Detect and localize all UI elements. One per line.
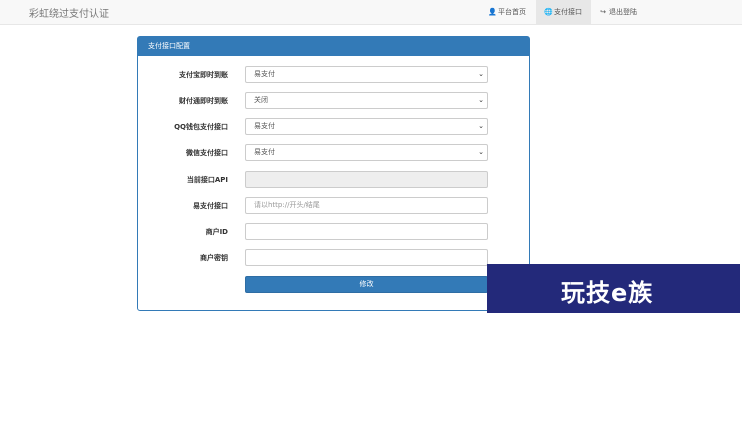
qqpay-select[interactable]: 易支付 ⌄ bbox=[245, 118, 488, 135]
nav-item-payment[interactable]: 🌐支付接口 bbox=[536, 0, 591, 24]
chevron-down-icon: ⌄ bbox=[478, 96, 484, 104]
form-row-alipay: 支付宝即时到账 易支付 ⌄ bbox=[138, 66, 529, 84]
merchant-key-label: 商户密钥 bbox=[200, 254, 228, 262]
alipay-label: 支付宝即时到账 bbox=[179, 71, 228, 79]
submit-button[interactable]: 修改 bbox=[245, 276, 488, 293]
merchant-id-input[interactable] bbox=[245, 223, 488, 240]
payment-config-panel: 支付接口配置 支付宝即时到账 易支付 ⌄ 财付通即时到账 关闭 ⌄ QQ钱包支付… bbox=[137, 36, 530, 311]
current-api-field bbox=[245, 171, 488, 188]
logout-icon: ↪ bbox=[600, 8, 606, 16]
merchant-key-input[interactable] bbox=[245, 249, 488, 266]
watermark-banner: 玩技e族 bbox=[487, 264, 740, 313]
wxpay-select-value: 易支付 bbox=[254, 148, 275, 156]
nav-item-logout[interactable]: ↪ 退出登陆 bbox=[599, 0, 637, 24]
epay-api-label: 易支付接口 bbox=[193, 202, 228, 210]
form-row-merchant-key: 商户密钥 bbox=[138, 249, 529, 267]
qqpay-select-value: 易支付 bbox=[254, 122, 275, 130]
nav-item-logout-label: 退出登陆 bbox=[609, 8, 637, 16]
chevron-down-icon: ⌄ bbox=[478, 122, 484, 130]
nav-item-home-label: 平台首页 bbox=[498, 8, 526, 16]
chevron-down-icon: ⌄ bbox=[478, 70, 484, 78]
user-icon: 👤 bbox=[488, 8, 497, 16]
nav-item-home[interactable]: 👤平台首页 bbox=[488, 0, 526, 24]
form-row-merchant-id: 商户ID bbox=[138, 223, 529, 241]
tenpay-label: 财付通即时到账 bbox=[179, 97, 228, 105]
form-row-qqpay: QQ钱包支付接口 易支付 ⌄ bbox=[138, 118, 529, 136]
top-navbar: 彩虹绕过支付认证 👤平台首页 🌐支付接口 ↪ 退出登陆 bbox=[0, 0, 742, 25]
chevron-down-icon: ⌄ bbox=[478, 148, 484, 156]
epay-api-input[interactable]: 请以http://开头/结尾 bbox=[245, 197, 488, 214]
tenpay-select-value: 关闭 bbox=[254, 96, 268, 104]
form-row-tenpay: 财付通即时到账 关闭 ⌄ bbox=[138, 92, 529, 110]
globe-icon: 🌐 bbox=[544, 8, 553, 16]
brand-title[interactable]: 彩虹绕过支付认证 bbox=[29, 5, 109, 20]
epay-api-placeholder: 请以http://开头/结尾 bbox=[254, 201, 320, 209]
wxpay-select[interactable]: 易支付 ⌄ bbox=[245, 144, 488, 161]
nav-item-payment-label: 支付接口 bbox=[554, 8, 582, 16]
alipay-select-value: 易支付 bbox=[254, 70, 275, 78]
panel-title: 支付接口配置 bbox=[138, 37, 529, 56]
current-api-label: 当前接口API bbox=[186, 176, 228, 184]
form-row-current-api: 当前接口API bbox=[138, 171, 529, 189]
wxpay-label: 微信支付接口 bbox=[186, 149, 228, 157]
form-row-epay-api: 易支付接口 请以http://开头/结尾 bbox=[138, 197, 529, 215]
watermark-text: 玩技e族 bbox=[561, 279, 654, 307]
qqpay-label: QQ钱包支付接口 bbox=[174, 123, 228, 131]
merchant-id-label: 商户ID bbox=[205, 228, 228, 236]
alipay-select[interactable]: 易支付 ⌄ bbox=[245, 66, 488, 83]
tenpay-select[interactable]: 关闭 ⌄ bbox=[245, 92, 488, 109]
form-row-wxpay: 微信支付接口 易支付 ⌄ bbox=[138, 144, 529, 162]
